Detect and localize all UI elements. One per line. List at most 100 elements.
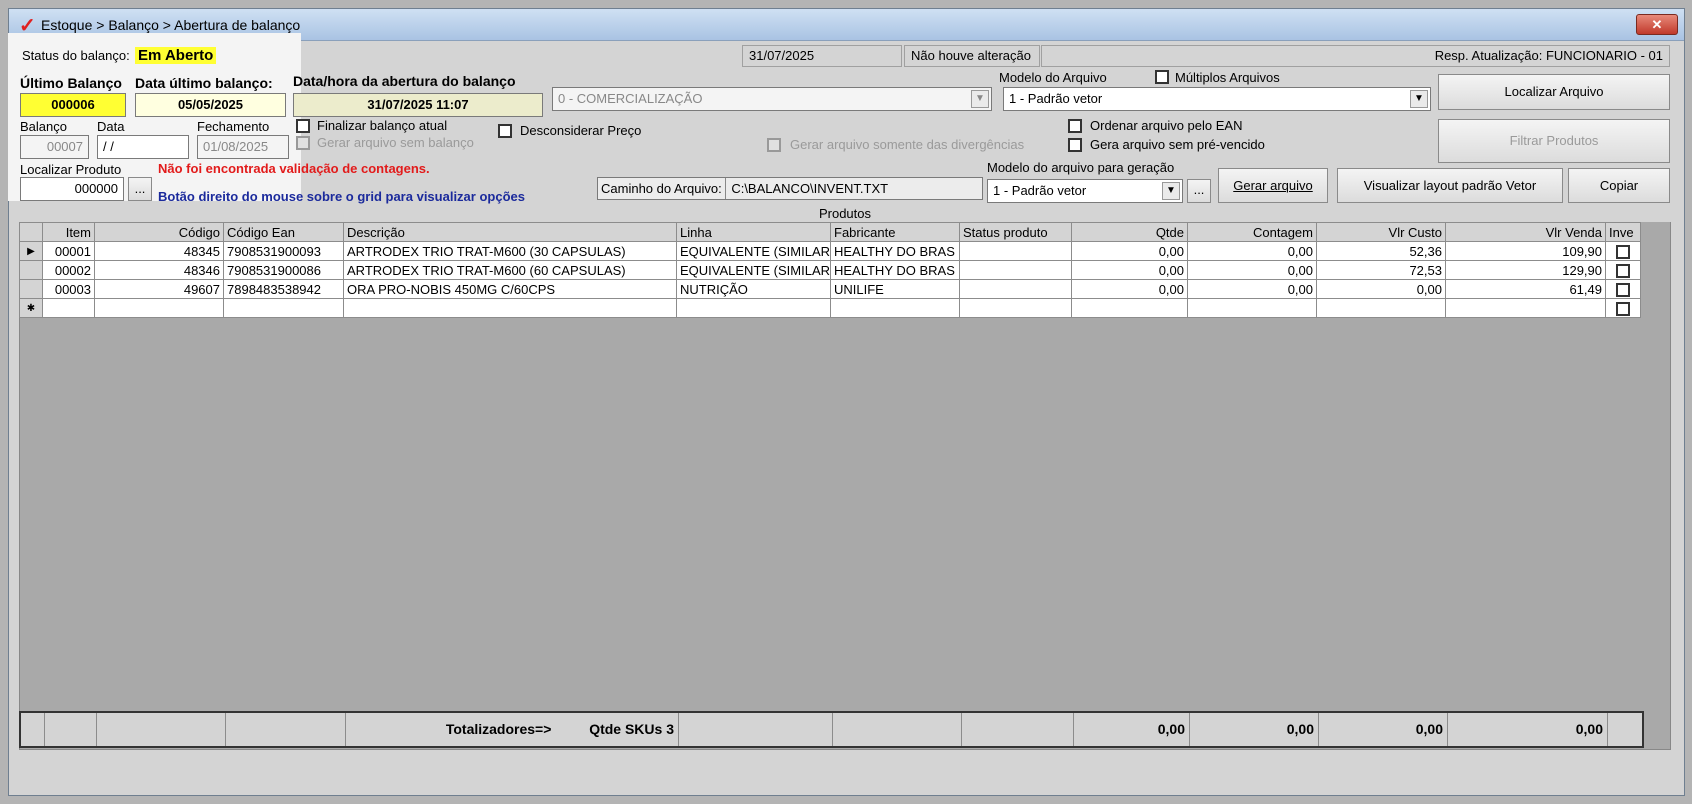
custo-cell[interactable]: 0,00	[1316, 279, 1446, 299]
item-cell[interactable]: 00003	[42, 279, 95, 299]
fabricante-cell[interactable]: UNILIFE	[830, 279, 960, 299]
item-cell[interactable]: 00001	[42, 241, 95, 261]
fechamento-field[interactable]: 01/08/2025	[197, 135, 289, 159]
filtrar-produtos-button[interactable]: Filtrar Produtos	[1438, 119, 1670, 163]
ordenar-ean-checkbox[interactable]	[1068, 119, 1082, 133]
fabricante-cell[interactable]	[830, 298, 960, 318]
fabricante-cell[interactable]: HEALTHY DO BRAS	[830, 260, 960, 280]
venda-cell[interactable]: 61,49	[1445, 279, 1606, 299]
inventario-checkbox[interactable]	[1616, 301, 1630, 316]
linha-cell[interactable]	[676, 298, 831, 318]
resp-atualizacao: Resp. Atualização: FUNCIONARIO - 01	[1041, 45, 1670, 67]
custo-cell[interactable]: 72,53	[1316, 260, 1446, 280]
inventario-checkbox[interactable]	[1616, 282, 1630, 297]
status-cell[interactable]	[959, 260, 1072, 280]
item-cell[interactable]: 00002	[42, 260, 95, 280]
gerar-arquivo-button[interactable]: Gerar arquivo	[1218, 168, 1328, 203]
inventario-checkbox[interactable]	[1616, 244, 1630, 259]
descricao-cell[interactable]	[343, 298, 677, 318]
inventario-checkbox[interactable]	[1616, 263, 1630, 278]
data-ultimo-label: Data último balanço:	[135, 75, 273, 91]
linha-cell[interactable]: EQUIVALENTE (SIMILAR	[676, 260, 831, 280]
localizar-produto-input[interactable]: 000000	[20, 177, 124, 201]
status-label: Status do balanço:	[22, 48, 130, 63]
contagem-cell[interactable]: 0,00	[1187, 279, 1317, 299]
modelo-arquivo-select[interactable]: 1 - Padrão vetor ▼	[1003, 87, 1431, 111]
qtde-cell[interactable]: 0,00	[1071, 241, 1188, 261]
comercializacao-select[interactable]: 0 - COMERCIALIZAÇÃO ▼	[552, 87, 992, 111]
table-row[interactable]: 00003 49607 7898483538942 ORA PRO-NOBIS …	[19, 279, 1641, 299]
qtde-cell[interactable]: 0,00	[1071, 260, 1188, 280]
ean-cell[interactable]: 7908531900093	[223, 241, 344, 261]
status-cell[interactable]	[959, 241, 1072, 261]
balanco-field[interactable]: 00007	[20, 135, 89, 159]
inventario-cell[interactable]	[1605, 298, 1641, 318]
chevron-down-icon[interactable]: ▼	[971, 90, 989, 108]
column-header[interactable]: Fabricante	[830, 222, 960, 242]
ean-cell[interactable]: 7898483538942	[223, 279, 344, 299]
gerar-sem-balanco-checkbox[interactable]	[296, 136, 310, 150]
localizar-produto-ellipsis-button[interactable]: ...	[128, 177, 152, 201]
status-cell[interactable]	[959, 279, 1072, 299]
close-button[interactable]: ✕	[1636, 14, 1678, 35]
copiar-button[interactable]: Copiar	[1568, 168, 1670, 203]
table-row[interactable]: 00002 48346 7908531900086 ARTRODEX TRIO …	[19, 260, 1641, 280]
column-header[interactable]: Item	[42, 222, 95, 242]
ean-cell[interactable]: 7908531900086	[223, 260, 344, 280]
inventario-cell[interactable]	[1605, 241, 1641, 261]
table-row[interactable]: ▶ 00001 48345 7908531900093 ARTRODEX TRI…	[19, 241, 1641, 261]
descricao-cell[interactable]: ARTRODEX TRIO TRAT-M600 (60 CAPSULAS)	[343, 260, 677, 280]
somente-divergencias-checkbox[interactable]	[767, 138, 781, 152]
item-cell[interactable]	[42, 298, 95, 318]
localizar-arquivo-button[interactable]: Localizar Arquivo	[1438, 74, 1670, 110]
linha-cell[interactable]: EQUIVALENTE (SIMILAR	[676, 241, 831, 261]
codigo-cell[interactable]: 48345	[94, 241, 224, 261]
column-header[interactable]: Código Ean	[223, 222, 344, 242]
desconsiderar-checkbox[interactable]	[498, 124, 512, 138]
fabricante-cell[interactable]: HEALTHY DO BRAS	[830, 241, 960, 261]
grid-hint-message: Botão direito do mouse sobre o grid para…	[158, 189, 525, 204]
linha-cell[interactable]: NUTRIÇÃO	[676, 279, 831, 299]
data-field[interactable]: / /	[97, 135, 189, 159]
custo-cell[interactable]: 52,36	[1316, 241, 1446, 261]
sem-prevencido-checkbox[interactable]	[1068, 138, 1082, 152]
chevron-down-icon[interactable]: ▼	[1162, 182, 1180, 200]
venda-cell[interactable]: 109,90	[1445, 241, 1606, 261]
column-header[interactable]: Vlr Venda	[1445, 222, 1606, 242]
inventario-cell[interactable]	[1605, 279, 1641, 299]
venda-cell[interactable]: 129,90	[1445, 260, 1606, 280]
descricao-cell[interactable]: ARTRODEX TRIO TRAT-M600 (30 CAPSULAS)	[343, 241, 677, 261]
codigo-cell[interactable]: 49607	[94, 279, 224, 299]
finalizar-checkbox[interactable]	[296, 119, 310, 133]
contagem-cell[interactable]	[1187, 298, 1317, 318]
contagem-cell[interactable]: 0,00	[1187, 241, 1317, 261]
qtde-cell[interactable]: 0,00	[1071, 279, 1188, 299]
column-header[interactable]: Status produto	[959, 222, 1072, 242]
column-header[interactable]: Inve	[1605, 222, 1641, 242]
column-header[interactable]: Descrição	[343, 222, 677, 242]
status-cell[interactable]	[959, 298, 1072, 318]
inventario-cell[interactable]	[1605, 260, 1641, 280]
column-header[interactable]: Vlr Custo	[1316, 222, 1446, 242]
custo-cell[interactable]	[1316, 298, 1446, 318]
modelo-geracao-ellipsis-button[interactable]: ...	[1187, 179, 1211, 203]
visualizar-layout-button[interactable]: Visualizar layout padrão Vetor	[1337, 168, 1563, 203]
codigo-cell[interactable]: 48346	[94, 260, 224, 280]
ultimo-balanco-field: 000006	[20, 93, 126, 117]
venda-cell[interactable]	[1445, 298, 1606, 318]
qtde-cell[interactable]	[1071, 298, 1188, 318]
new-row[interactable]: ✱	[19, 298, 1641, 318]
contagem-cell[interactable]: 0,00	[1187, 260, 1317, 280]
caminho-arquivo-field[interactable]: Caminho do Arquivo: C:\BALANCO\INVENT.TX…	[597, 177, 983, 200]
ean-cell[interactable]	[223, 298, 344, 318]
products-table[interactable]: Item Código Código Ean Descrição Linha F…	[19, 222, 1641, 318]
column-header[interactable]: Linha	[676, 222, 831, 242]
multiplos-checkbox[interactable]	[1155, 70, 1169, 84]
chevron-down-icon[interactable]: ▼	[1410, 90, 1428, 108]
column-header[interactable]: Qtde	[1071, 222, 1188, 242]
codigo-cell[interactable]	[94, 298, 224, 318]
modelo-geracao-select[interactable]: 1 - Padrão vetor ▼	[987, 179, 1183, 203]
descricao-cell[interactable]: ORA PRO-NOBIS 450MG C/60CPS	[343, 279, 677, 299]
column-header[interactable]: Código	[94, 222, 224, 242]
column-header[interactable]: Contagem	[1187, 222, 1317, 242]
